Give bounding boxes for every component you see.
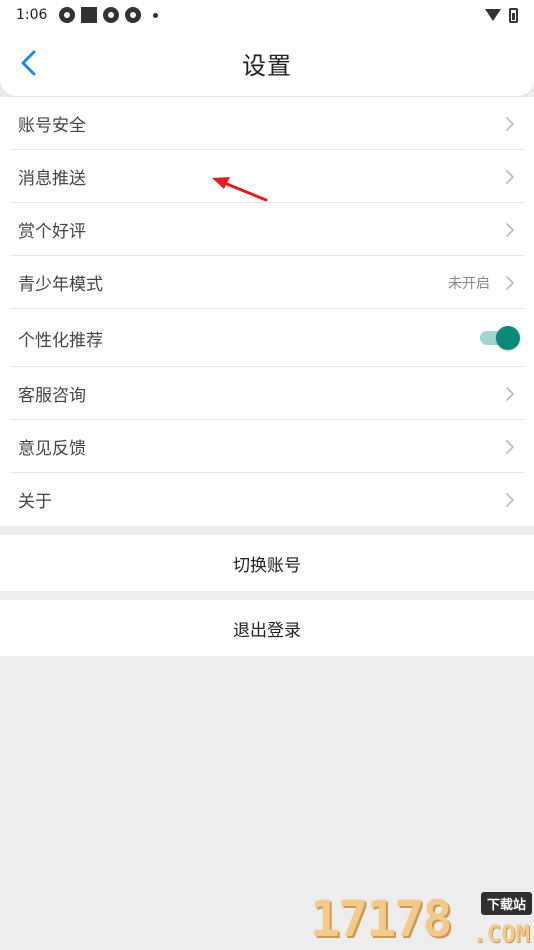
settings-item-label: 青少年模式	[18, 275, 103, 295]
settings-item-right	[504, 221, 516, 239]
settings-item-customer-service[interactable]: 客服咨询	[0, 367, 534, 420]
personalized-recommendation-toggle[interactable]	[480, 326, 520, 350]
chevron-right-icon	[506, 492, 514, 507]
app-notification-icon	[103, 7, 120, 23]
logout-button[interactable]: 退出登录	[0, 600, 534, 656]
status-bar: 1:06	[0, 0, 534, 30]
settings-item-right	[504, 491, 516, 509]
settings-item-label: 消息推送	[18, 169, 86, 189]
settings-screen: 1:06 设置 账号安全 消息推送 赏个好评 青少年模式 未开启 个性化推荐 客…	[0, 0, 534, 950]
dot-icon	[153, 12, 159, 18]
settings-item-right: 未开启	[448, 273, 516, 293]
chevron-right-icon	[506, 116, 514, 131]
app-header: 设置	[0, 30, 534, 96]
settings-item-teen-mode[interactable]: 青少年模式 未开启	[0, 256, 534, 309]
status-notification-icons	[59, 7, 159, 23]
settings-item-label: 账号安全	[18, 116, 86, 136]
settings-list: 账号安全 消息推送 赏个好评 青少年模式 未开启 个性化推荐 客服咨询 意见反馈…	[0, 97, 534, 526]
app-notification-icon	[125, 7, 142, 23]
settings-item-label: 赏个好评	[18, 222, 86, 242]
app-notification-icon	[59, 7, 76, 23]
chevron-right-icon	[506, 275, 514, 290]
page-title: 设置	[242, 51, 292, 80]
settings-item-label: 个性化推荐	[18, 330, 103, 351]
annotation-arrow-icon	[212, 177, 268, 202]
settings-item-personalized-recommendation: 个性化推荐	[0, 309, 534, 367]
chevron-right-icon	[506, 222, 514, 237]
settings-item-right	[504, 115, 516, 133]
switch-account-button[interactable]: 切换账号	[0, 535, 534, 591]
settings-item-label: 意见反馈	[18, 439, 86, 459]
settings-item-right	[504, 385, 516, 403]
settings-item-right	[504, 438, 516, 456]
chevron-right-icon	[506, 169, 514, 184]
settings-item-about[interactable]: 关于	[0, 473, 534, 526]
teen-mode-status: 未开启	[448, 275, 490, 292]
square-notification-icon	[81, 7, 98, 23]
back-button[interactable]	[14, 46, 46, 80]
settings-item-account-security[interactable]: 账号安全	[0, 97, 534, 150]
watermark-logo: 17178 下载站 .COM	[310, 888, 534, 950]
settings-item-label: 客服咨询	[18, 386, 86, 406]
chevron-left-icon	[21, 50, 36, 76]
watermark-digits: 17178	[310, 890, 453, 948]
chevron-right-icon	[506, 386, 514, 401]
settings-item-feedback[interactable]: 意见反馈	[0, 420, 534, 473]
watermark-domain: .COM	[472, 920, 530, 948]
watermark-badge: 下载站	[480, 892, 532, 915]
wifi-icon	[485, 9, 501, 21]
battery-icon	[509, 7, 518, 23]
settings-item-rate-app[interactable]: 赏个好评	[0, 203, 534, 256]
status-system-icons	[485, 7, 518, 23]
toggle-knob	[496, 326, 520, 350]
status-time: 1:06	[16, 7, 48, 23]
settings-item-right	[480, 326, 520, 350]
chevron-right-icon	[506, 439, 514, 454]
settings-item-label: 关于	[18, 492, 52, 512]
settings-item-right	[504, 168, 516, 186]
